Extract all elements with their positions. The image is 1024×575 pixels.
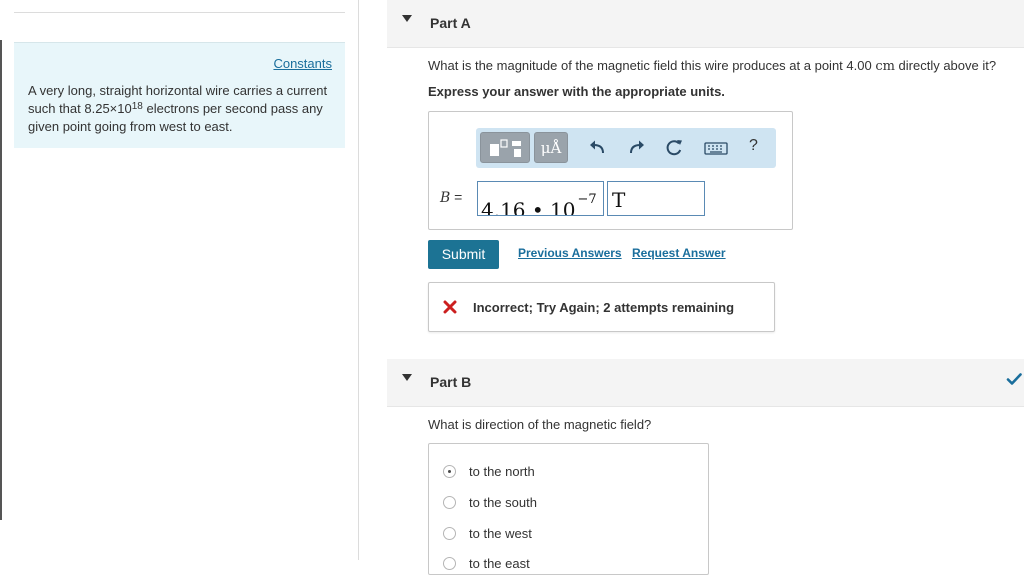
value-input[interactable]: 4.16 • 10 −7 <box>477 181 604 216</box>
question-text-end: directly above it? <box>894 58 997 73</box>
divider <box>14 12 345 13</box>
request-answer-link[interactable]: Request Answer <box>632 246 726 260</box>
question-text: What is the magnitude of the magnetic fi… <box>428 58 876 73</box>
window-edge <box>0 40 2 520</box>
question-unit: cm <box>875 59 895 74</box>
radio-icon[interactable] <box>443 527 456 540</box>
answer-variable-label: B = <box>440 189 462 206</box>
radio-selected-icon[interactable] <box>443 465 456 478</box>
answer-instruction: Express your answer with the appropriate… <box>428 84 725 99</box>
submit-button[interactable]: Submit <box>428 240 499 269</box>
previous-answers-link[interactable]: Previous Answers <box>518 246 622 260</box>
feedback-message: Incorrect; Try Again; 2 attempts remaini… <box>428 282 775 332</box>
collapse-caret-icon[interactable] <box>402 374 412 381</box>
option-label: to the east <box>469 556 530 571</box>
undo-icon[interactable] <box>588 138 608 158</box>
option-label: to the north <box>469 464 535 479</box>
equals-sign: = <box>450 189 463 205</box>
constants-link[interactable]: Constants <box>273 56 332 71</box>
collapse-caret-icon[interactable] <box>402 15 412 22</box>
answer-mantissa: 4.16 • 10 <box>481 198 576 216</box>
option-label: to the west <box>469 526 532 541</box>
problem-statement-panel: Constants A very long, straight horizont… <box>14 42 345 148</box>
feedback-text: Incorrect; Try Again; 2 attempts remaini… <box>473 300 735 315</box>
part-b-question: What is direction of the magnetic field? <box>428 417 652 432</box>
direction-options: to the north to the south to the west to… <box>428 443 709 575</box>
part-b-header[interactable]: Part B <box>387 359 1024 407</box>
answer-exponent: −7 <box>577 192 597 207</box>
part-a-header[interactable]: Part A <box>387 0 1024 48</box>
unit-input[interactable]: T <box>607 181 705 216</box>
column-divider <box>358 0 359 560</box>
radio-icon[interactable] <box>443 496 456 509</box>
radio-icon[interactable] <box>443 557 456 570</box>
part-a-title: Part A <box>430 15 471 31</box>
help-button[interactable]: ? <box>749 137 758 155</box>
part-a-question: What is the magnitude of the magnetic fi… <box>428 58 996 74</box>
math-toolbar: μÅ ? <box>476 128 776 168</box>
keyboard-icon[interactable] <box>704 138 728 158</box>
completed-check-icon <box>1006 373 1022 385</box>
variable-b: B <box>440 190 451 206</box>
answer-box: μÅ ? B = 4.16 • 10 −7 T <box>428 111 793 230</box>
part-b-title: Part B <box>430 374 472 390</box>
units-button[interactable]: μÅ <box>534 132 568 163</box>
problem-text: A very long, straight horizontal wire ca… <box>28 82 328 136</box>
templates-button[interactable] <box>480 132 530 163</box>
incorrect-x-icon <box>443 300 457 314</box>
problem-exponent: 18 <box>131 101 143 112</box>
option-label: to the south <box>469 495 537 510</box>
templates-icon <box>490 139 521 157</box>
reset-icon[interactable] <box>664 138 684 158</box>
redo-icon[interactable] <box>626 138 646 158</box>
